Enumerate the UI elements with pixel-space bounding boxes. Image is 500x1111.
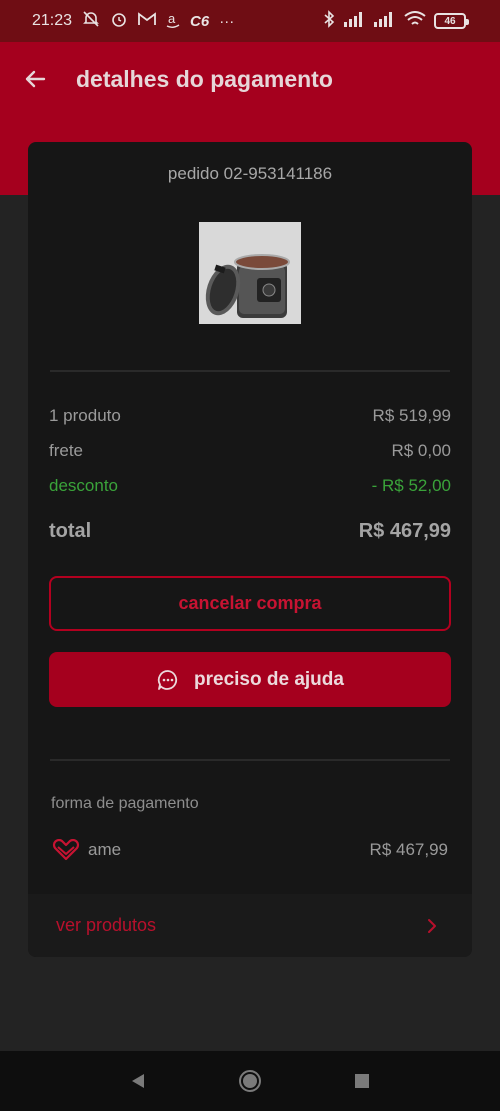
c6-icon: C6 [190,12,210,30]
gmail-icon [138,12,156,30]
back-button[interactable] [0,42,70,116]
signal-icon [344,11,366,32]
help-button[interactable]: preciso de ajuda [49,652,451,707]
payment-method-name: ame [88,840,122,859]
status-left: 21:23 a C6 ··· [32,10,234,32]
see-products-label: ver produtos [56,915,157,935]
mute-alarm-icon [82,10,100,32]
triangle-back-icon [132,1074,144,1088]
nav-back-button[interactable] [123,1066,153,1096]
shipping-row: frete R$ 0,00 [49,441,451,461]
divider [50,759,450,761]
square-recents-icon [355,1074,369,1088]
product-image[interactable] [199,222,301,324]
more-icon: ··· [219,12,235,30]
system-nav-bar [0,1051,500,1111]
cancel-order-label: cancelar compra [178,593,322,613]
wifi-icon [404,10,426,32]
total-value: R$ 467,99 [358,520,451,542]
cancel-order-button[interactable]: cancelar compra [49,576,451,631]
page-title: detalhes do pagamento [76,65,333,92]
divider [50,370,450,372]
see-products-link[interactable]: ver produtos [28,894,472,957]
products-label: 1 produto [49,406,121,425]
ame-logo-icon [52,839,80,861]
circle-home-icon [239,1070,261,1092]
status-time: 21:23 [32,12,73,29]
payment-row: ame R$ 467,99 [52,839,448,861]
arrow-left-icon [25,70,46,88]
products-value: R$ 519,99 [372,406,451,425]
shipping-label: frete [49,441,84,460]
chevron-right-icon [428,918,436,933]
discount-label: desconto [49,476,118,495]
discount-value: - R$ 52,00 [371,476,451,495]
payment-method: ame [52,839,121,861]
bluetooth-icon [322,9,336,33]
payment-section-label: forma de pagamento [51,795,199,812]
products-row: 1 produto R$ 519,99 [49,406,451,426]
alarm-icon [110,10,128,32]
battery-icon: 46 [434,13,469,29]
total-row: total R$ 467,99 [49,520,451,543]
payment-amount: R$ 467,99 [369,840,448,859]
order-number: pedido 02-953141186 [167,164,333,183]
order-card: pedido 02-953141186 1 produto R$ 519,99 … [28,142,472,957]
total-label: total [49,520,92,542]
svg-text:a: a [168,11,176,26]
app-bar: detalhes do pagamento [0,42,500,116]
status-bar: 21:23 a C6 ··· 46 [0,0,500,42]
nav-home-button[interactable] [235,1066,265,1096]
chat-bubble-icon [157,669,178,690]
help-label: preciso de ajuda [194,668,344,690]
amazon-icon: a [166,10,180,32]
status-right: 46 [322,9,469,33]
shipping-value: R$ 0,00 [391,441,451,460]
nav-recents-button[interactable] [347,1066,377,1096]
signal-icon [374,11,396,32]
discount-row: desconto - R$ 52,00 [49,476,451,496]
